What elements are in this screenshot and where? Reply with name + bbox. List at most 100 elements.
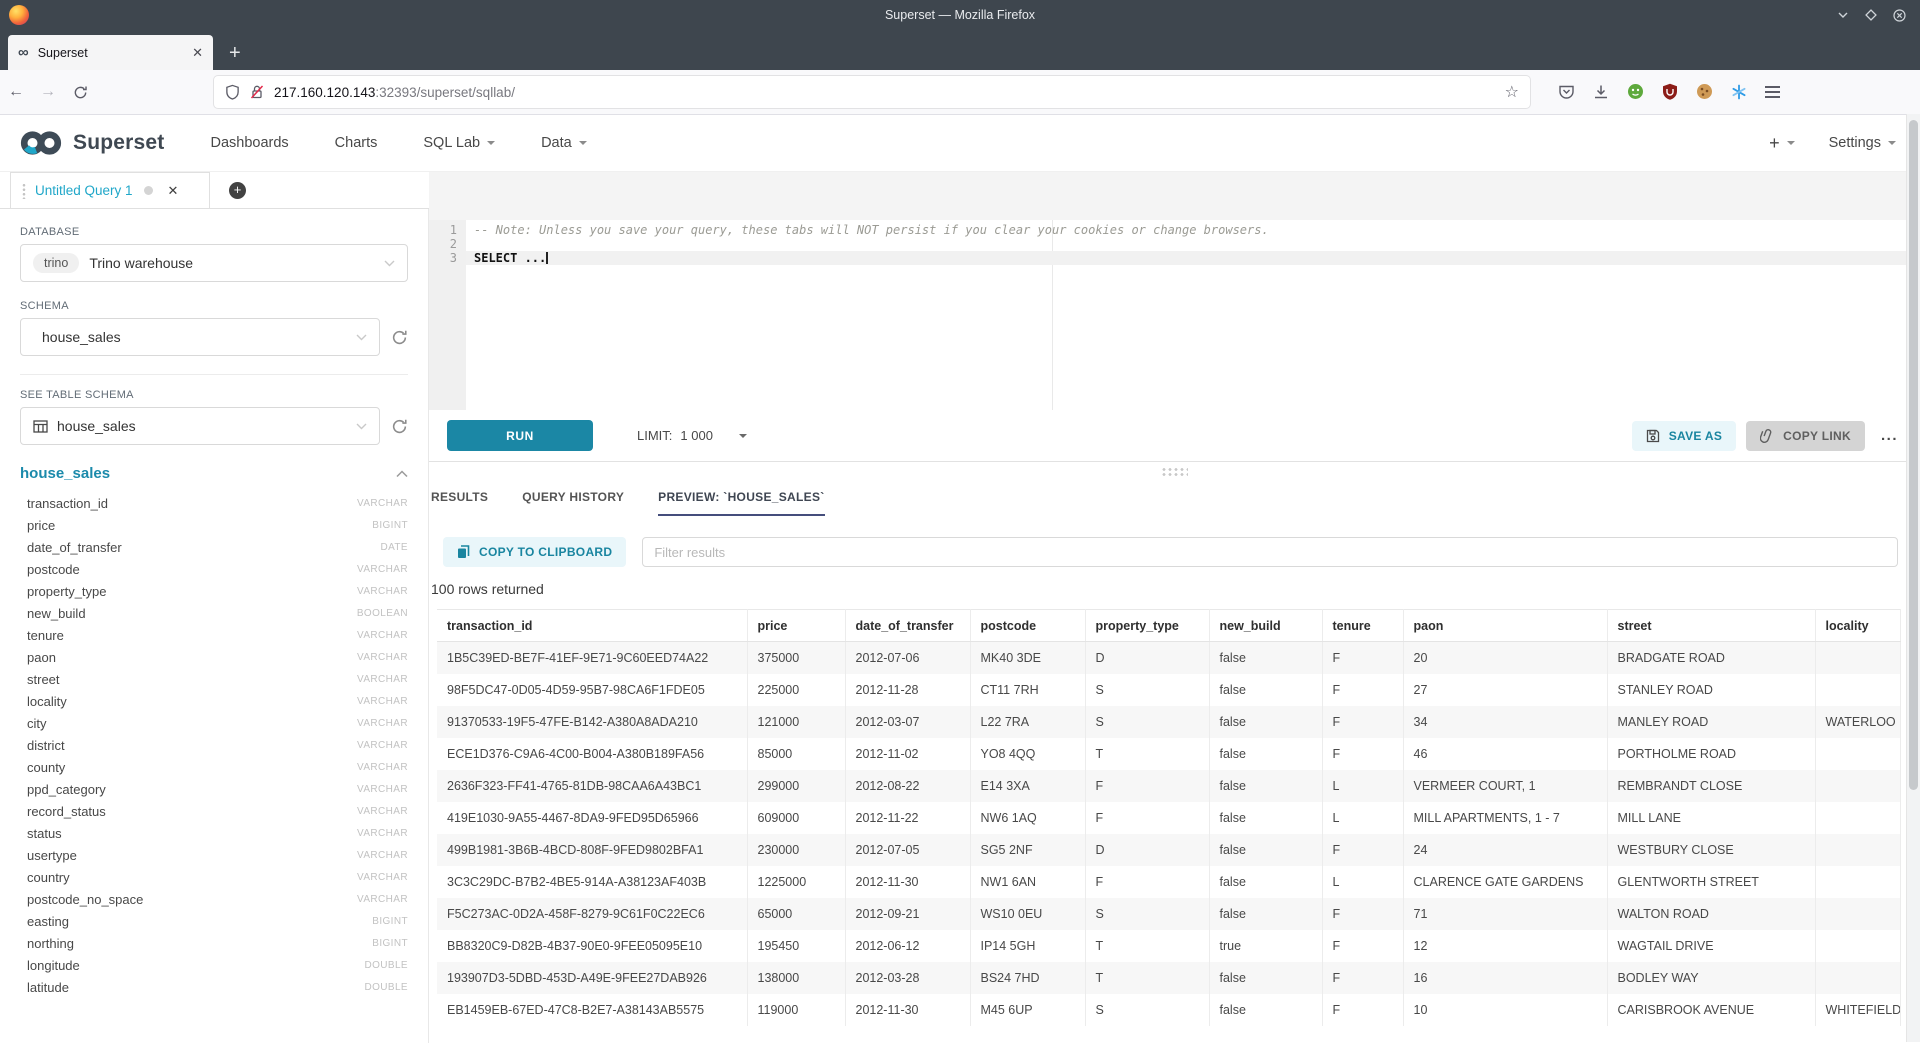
- run-button[interactable]: RUN: [447, 420, 593, 451]
- table-cell: [1815, 738, 1900, 770]
- column-name: new_build: [27, 606, 357, 621]
- scrollbar-thumb[interactable]: [1909, 120, 1918, 790]
- nav-item-charts[interactable]: Charts: [335, 135, 378, 151]
- schema-column: ppd_categoryVARCHAR: [20, 778, 408, 800]
- column-name: longitude: [27, 958, 364, 973]
- table-cell: 375000: [747, 642, 845, 674]
- nav-item-sql-lab[interactable]: SQL Lab: [423, 135, 495, 151]
- database-select[interactable]: trino Trino warehouse: [20, 244, 408, 282]
- table-cell: 16: [1403, 962, 1607, 994]
- more-actions-button[interactable]: ...: [1881, 427, 1898, 444]
- table-cell: NW1 6AN: [970, 866, 1085, 898]
- table-select[interactable]: house_sales: [20, 407, 380, 445]
- filter-results-input[interactable]: [642, 537, 1898, 567]
- rows-returned-text: 100 rows returned: [429, 581, 1920, 598]
- window-titlebar: Superset — Mozilla Firefox: [0, 0, 1920, 30]
- table-row: 3C3C29DC-B7B2-4BE5-914A-A38123AF403B1225…: [437, 866, 1900, 898]
- page-scrollbar[interactable]: [1906, 114, 1920, 1042]
- column-header-street[interactable]: street: [1607, 610, 1815, 642]
- add-new-dropdown[interactable]: +: [1769, 134, 1795, 152]
- table-cell: 193907D3-5DBD-453D-A49E-9FEE27DAB926: [437, 962, 747, 994]
- refresh-tables-button[interactable]: [391, 418, 408, 435]
- column-header-locality[interactable]: locality: [1815, 610, 1900, 642]
- results-tab-preview-house-sales[interactable]: PREVIEW: `HOUSE_SALES`: [658, 480, 824, 516]
- column-type: BOOLEAN: [357, 608, 408, 619]
- insecure-lock-icon[interactable]: [250, 84, 264, 100]
- window-maximize-button[interactable]: [1865, 9, 1877, 21]
- save-as-button[interactable]: SAVE AS: [1632, 421, 1736, 451]
- menu-icon[interactable]: [1765, 83, 1780, 100]
- table-cell: EB1459EB-67ED-47C8-B2E7-A38143AB5575: [437, 994, 747, 1026]
- column-name: usertype: [27, 848, 357, 863]
- refresh-schemas-button[interactable]: [391, 329, 408, 346]
- results-tab-results[interactable]: RESULTS: [431, 480, 488, 516]
- back-button[interactable]: ←: [0, 83, 32, 101]
- table-cell: F: [1322, 674, 1403, 706]
- table-cell: F: [1322, 994, 1403, 1026]
- settings-dropdown[interactable]: Settings: [1829, 135, 1896, 151]
- nav-item-data[interactable]: Data: [541, 135, 587, 151]
- column-header-paon[interactable]: paon: [1403, 610, 1607, 642]
- column-header-price[interactable]: price: [747, 610, 845, 642]
- browser-tab[interactable]: ∞ Superset ✕: [8, 35, 213, 70]
- schema-column: localityVARCHAR: [20, 690, 408, 712]
- add-query-tab-button[interactable]: +: [229, 182, 246, 199]
- schema-column: property_typeVARCHAR: [20, 580, 408, 602]
- downloads-icon[interactable]: [1593, 84, 1609, 100]
- column-header-date_of_transfer[interactable]: date_of_transfer: [845, 610, 970, 642]
- results-tab-query-history[interactable]: QUERY HISTORY: [522, 480, 624, 516]
- column-header-transaction_id[interactable]: transaction_id: [437, 610, 747, 642]
- table-cell: S: [1085, 898, 1209, 930]
- table-cell: false: [1209, 770, 1322, 802]
- table-cell: 2012-11-02: [845, 738, 970, 770]
- column-header-property_type[interactable]: property_type: [1085, 610, 1209, 642]
- schema-column: latitudeDOUBLE: [20, 976, 408, 998]
- bookmark-star-icon[interactable]: ☆: [1505, 82, 1519, 102]
- table-cell: ECE1D376-C9A6-4C00-B004-A380B189FA56: [437, 738, 747, 770]
- forward-button[interactable]: →: [32, 83, 64, 101]
- superset-logo[interactable]: [18, 128, 64, 158]
- browser-tab-strip: ∞ Superset ✕ +: [0, 30, 1920, 70]
- privacy-badger-icon[interactable]: [1627, 83, 1644, 100]
- column-header-postcode[interactable]: postcode: [970, 610, 1085, 642]
- schema-column: usertypeVARCHAR: [20, 844, 408, 866]
- column-type: BIGINT: [372, 916, 408, 927]
- nav-item-dashboards[interactable]: Dashboards: [210, 135, 288, 151]
- query-tab-close-icon[interactable]: ✕: [168, 183, 179, 199]
- table-cell: GLENTWORTH STREET: [1607, 866, 1815, 898]
- ublock-origin-icon[interactable]: [1662, 83, 1678, 100]
- brand-name[interactable]: Superset: [73, 131, 164, 155]
- tracking-shield-icon[interactable]: [225, 84, 240, 100]
- column-header-new_build[interactable]: new_build: [1209, 610, 1322, 642]
- schema-column: postcode_no_spaceVARCHAR: [20, 888, 408, 910]
- table-cell: WAGTAIL DRIVE: [1607, 930, 1815, 962]
- window-close-button[interactable]: [1893, 9, 1906, 22]
- copy-link-button[interactable]: COPY LINK: [1746, 421, 1865, 451]
- sql-editor[interactable]: 1-- Note: Unless you save your query, th…: [429, 220, 1920, 410]
- window-minimize-button[interactable]: [1837, 9, 1849, 21]
- column-header-tenure[interactable]: tenure: [1322, 610, 1403, 642]
- table-cell: 2636F323-FF41-4765-81DB-98CAA6A43BC1: [437, 770, 747, 802]
- table-cell: 2012-08-22: [845, 770, 970, 802]
- database-value: Trino warehouse: [89, 255, 193, 271]
- new-tab-button[interactable]: +: [229, 43, 241, 63]
- drag-handle-icon[interactable]: [22, 183, 26, 199]
- table-row: 1B5C39ED-BE7F-41EF-9E71-9C60EED74A223750…: [437, 642, 1900, 674]
- pane-splitter[interactable]: [429, 462, 1920, 480]
- table-cell: 2012-09-21: [845, 898, 970, 930]
- copy-to-clipboard-button[interactable]: COPY TO CLIPBOARD: [443, 537, 626, 567]
- browser-tab-close-icon[interactable]: ✕: [192, 45, 203, 61]
- pocket-icon[interactable]: [1558, 83, 1575, 100]
- limit-dropdown[interactable]: LIMIT: 1 000: [637, 428, 747, 443]
- snowflake-extension-icon[interactable]: [1731, 84, 1747, 100]
- query-tab[interactable]: Untitled Query 1 ✕: [10, 172, 210, 208]
- column-type: VARCHAR: [357, 762, 408, 773]
- table-cell: 2012-07-05: [845, 834, 970, 866]
- collapse-table-chevron-icon[interactable]: [396, 470, 408, 478]
- schema-select[interactable]: house_sales: [20, 318, 380, 356]
- line-text: -- Note: Unless you save your query, the…: [466, 223, 1920, 237]
- url-bar[interactable]: 217.160.120.143:32393/superset/sqllab/ ☆: [214, 76, 1530, 108]
- reload-button[interactable]: [64, 85, 96, 100]
- schema-column: transaction_idVARCHAR: [20, 492, 408, 514]
- cookie-icon[interactable]: [1696, 83, 1713, 100]
